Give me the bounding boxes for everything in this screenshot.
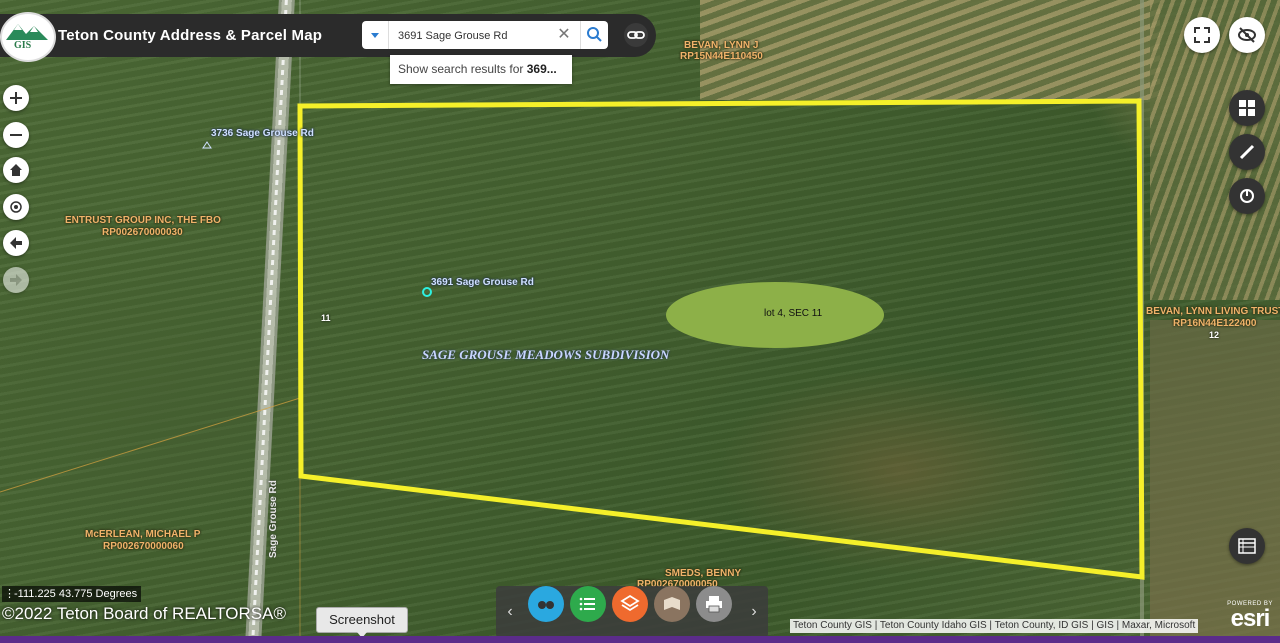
measure-button[interactable] <box>1229 178 1265 214</box>
crosshair-icon <box>10 201 22 213</box>
plus-icon <box>10 92 22 104</box>
binoculars-icon <box>538 601 554 609</box>
table-icon <box>1238 538 1256 554</box>
arrow-right-icon <box>10 274 22 286</box>
search-input[interactable] <box>396 25 560 47</box>
search-button[interactable] <box>580 21 609 49</box>
basemap-gallery-button[interactable] <box>1229 90 1265 126</box>
search-icon <box>587 27 602 42</box>
suggestion-term: 369... <box>526 62 557 76</box>
printer-icon <box>706 596 722 613</box>
search-box: ✕ <box>362 21 608 49</box>
app-title: Teton County Address & Parcel Map <box>58 27 323 44</box>
attribute-table-button[interactable] <box>1229 528 1265 564</box>
link-icon <box>627 31 645 39</box>
previous-extent-button[interactable] <box>3 230 29 256</box>
section-label-11: 11 <box>321 313 331 323</box>
zoom-in-button[interactable] <box>3 85 29 111</box>
home-icon <box>10 164 22 176</box>
copyright-watermark: ©2022 Teton Board of REALTORSA® <box>2 604 286 623</box>
coordinates-readout: ⋮-111.225 43.775 Degrees <box>2 586 142 602</box>
clear-icon[interactable]: ✕ <box>554 24 574 46</box>
fullscreen-icon <box>1194 27 1210 43</box>
parcel-id-entrust: RP002670000030 <box>102 227 183 238</box>
map-view[interactable]: BEVAN, LYNN J RP15N44E110450 3736 Sage G… <box>0 0 1280 643</box>
zoom-out-button[interactable] <box>3 122 29 148</box>
toolbar-prev-arrow[interactable]: ‹ <box>502 602 518 622</box>
toolbar-next-arrow[interactable]: › <box>746 602 762 622</box>
parcel-id-bevan-trust: RP16N44E122400 <box>1173 318 1257 329</box>
eye-slash-icon <box>1238 27 1256 43</box>
gis-logo[interactable]: GIS <box>0 12 56 62</box>
owner-label-smeds: SMEDS, BENNY <box>665 568 742 579</box>
road-label-vertical: Sage Grouse Rd <box>268 480 279 558</box>
print-map-button[interactable] <box>654 586 690 622</box>
list-icon <box>579 597 595 611</box>
logo-text: GIS <box>14 40 32 51</box>
search-suggestion[interactable]: Show search results for 369... <box>390 55 572 84</box>
owner-label-bevan: BEVAN, LYNN J <box>684 40 759 51</box>
address-label-3736: 3736 Sage Grouse Rd <box>211 128 314 139</box>
esri-logo[interactable]: POWERED BY esri <box>1222 601 1278 637</box>
search-source-dropdown[interactable] <box>362 21 389 49</box>
section-label-12: 12 <box>1209 330 1220 340</box>
layer-list-button[interactable] <box>570 586 606 622</box>
measure-icon <box>1240 189 1254 203</box>
map-book-icon <box>664 597 680 610</box>
annotation-text: lot 4, SEC 11 <box>764 308 823 319</box>
esri-name: esri <box>1230 605 1271 632</box>
subdivision-label: SAGE GROUSE MEADOWS SUBDIVISION <box>422 347 670 362</box>
pin-icon: ⋮ <box>4 588 15 600</box>
address-label-3691: 3691 Sage Grouse Rd <box>431 277 534 288</box>
map-attribution: Teton County GIS | Teton County Idaho GI… <box>790 619 1199 633</box>
locate-button[interactable] <box>3 194 29 220</box>
address-point-3736 <box>202 141 212 149</box>
arrow-left-icon <box>10 237 22 249</box>
suggestion-prefix: Show search results for <box>398 62 527 76</box>
grid-icon <box>1239 100 1255 116</box>
minus-icon <box>10 134 22 136</box>
bottom-accent-bar <box>0 636 1280 643</box>
basemap-button[interactable] <box>528 586 564 622</box>
home-button[interactable] <box>3 157 29 183</box>
coordinates-text: -111.225 43.775 Degrees <box>14 588 138 600</box>
parcel-id-mcerlean: RP002670000060 <box>103 541 184 552</box>
map-overlay <box>0 0 1145 643</box>
address-point-3691 <box>422 287 432 297</box>
parcel-id-bevan: RP15N44E110450 <box>680 51 763 62</box>
draw-button[interactable] <box>1229 134 1265 170</box>
mountain-icon <box>6 24 48 40</box>
hide-labels-button[interactable] <box>1229 17 1265 53</box>
bottom-toolbar: ‹ › <box>496 586 768 638</box>
owner-label-entrust: ENTRUST GROUP INC, THE FBO <box>65 215 221 226</box>
next-extent-button[interactable] <box>3 267 29 293</box>
layers-icon <box>620 594 640 612</box>
pencil-icon <box>1239 144 1255 160</box>
owner-label-bevan-trust: BEVAN, LYNN LIVING TRUST <box>1146 306 1280 317</box>
share-link-button[interactable] <box>624 23 648 47</box>
owner-label-mcerlean: McERLEAN, MICHAEL P <box>85 529 201 540</box>
fullscreen-button[interactable] <box>1184 17 1220 53</box>
screenshot-tooltip: Screenshot <box>316 607 408 638</box>
print-button[interactable] <box>696 586 732 622</box>
layers-button[interactable] <box>612 586 648 622</box>
